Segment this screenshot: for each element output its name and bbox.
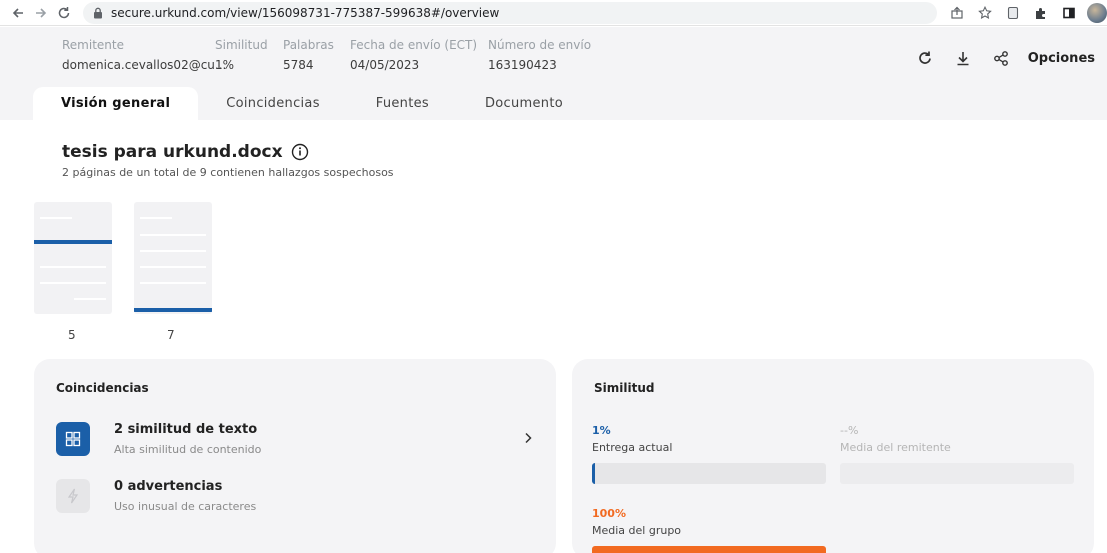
profile-avatar[interactable] bbox=[1087, 2, 1107, 23]
address-url: secure.urkund.com/view/156098731-775387-… bbox=[111, 5, 500, 20]
matches-panel: Coincidencias 2 similitud de texto Alta … bbox=[34, 359, 556, 553]
row-subtitle: Alta similitud de contenido bbox=[114, 443, 262, 456]
warnings-row[interactable]: 0 advertencias Uso inusual de caracteres bbox=[56, 479, 256, 513]
current-similarity-label: Entrega actual bbox=[592, 441, 673, 454]
reader-icon[interactable] bbox=[1003, 3, 1023, 23]
sender-average-bar bbox=[840, 463, 1074, 484]
side-panel-icon[interactable] bbox=[1059, 3, 1079, 23]
chevron-right-icon[interactable] bbox=[522, 431, 534, 445]
header-actions: Opciones bbox=[914, 47, 1095, 69]
group-average-label: Media del grupo bbox=[592, 524, 682, 537]
document-subtitle: 2 páginas de un total de 9 contienen hal… bbox=[62, 166, 394, 179]
page-number: 7 bbox=[167, 328, 175, 342]
similarity-meta: Similitud 1% bbox=[215, 37, 268, 73]
row-title: 0 advertencias bbox=[114, 479, 223, 494]
current-similarity-value: 1% bbox=[592, 424, 611, 437]
matches-panel-title: Coincidencias bbox=[56, 381, 149, 395]
sender-value: domenica.cevallos02@cu... bbox=[62, 58, 227, 72]
page-number: 5 bbox=[68, 328, 76, 342]
row-subtitle: Uso inusual de caracteres bbox=[114, 500, 257, 513]
current-similarity-fill bbox=[592, 463, 595, 484]
share-icon[interactable] bbox=[947, 3, 967, 23]
sender-average-label: Media del remitente bbox=[840, 441, 951, 454]
bookmark-star-icon[interactable] bbox=[975, 3, 995, 23]
submission-label: Número de envío bbox=[488, 38, 592, 52]
download-icon[interactable] bbox=[952, 47, 974, 69]
similarity-label: Similitud bbox=[215, 38, 268, 52]
row-title: 2 similitud de texto bbox=[114, 422, 258, 437]
forward-icon[interactable] bbox=[29, 2, 52, 24]
current-similarity-bar bbox=[592, 463, 826, 484]
browser-toolbar: secure.urkund.com/view/156098731-775387-… bbox=[0, 0, 1107, 26]
address-bar[interactable]: secure.urkund.com/view/156098731-775387-… bbox=[83, 1, 937, 24]
date-meta: Fecha de envío (ECT) 04/05/2023 bbox=[350, 37, 477, 73]
page-thumbnail[interactable] bbox=[34, 202, 112, 314]
sender-label: Remitente bbox=[62, 38, 124, 52]
extensions-icon[interactable] bbox=[1031, 3, 1051, 23]
sender-meta: Remitente domenica.cevallos02@cu... bbox=[62, 37, 226, 73]
back-icon[interactable] bbox=[6, 2, 29, 24]
submission-header: Remitente domenica.cevallos02@cu... Simi… bbox=[0, 27, 1107, 120]
page-thumbnail[interactable] bbox=[134, 202, 212, 314]
group-average-value: 100% bbox=[592, 507, 626, 520]
grid-icon bbox=[56, 422, 90, 456]
similarity-panel: Similitud 1% Entrega actual --% Media de… bbox=[572, 359, 1094, 553]
similarity-panel-title: Similitud bbox=[594, 381, 655, 395]
lightning-icon bbox=[56, 479, 90, 513]
text-similarity-row[interactable]: 2 similitud de texto Alta similitud de c… bbox=[56, 422, 261, 456]
tab-sources[interactable]: Fuentes bbox=[348, 87, 457, 120]
document-title-text: tesis para urkund.docx bbox=[62, 142, 283, 162]
tab-document[interactable]: Documento bbox=[457, 87, 591, 120]
date-value: 04/05/2023 bbox=[350, 58, 420, 72]
info-icon[interactable] bbox=[291, 143, 309, 161]
tab-matches[interactable]: Coincidencias bbox=[198, 87, 348, 120]
group-average-fill bbox=[592, 546, 826, 553]
tab-overview[interactable]: Visión general bbox=[33, 87, 199, 120]
submission-meta: Número de envío 163190423 bbox=[488, 37, 591, 73]
group-average-bar bbox=[592, 546, 826, 553]
document-title: tesis para urkund.docx bbox=[62, 142, 309, 162]
tab-bar: Visión general Coincidencias Fuentes Doc… bbox=[33, 87, 591, 120]
words-label: Palabras bbox=[283, 38, 334, 52]
refresh-icon[interactable] bbox=[914, 47, 936, 69]
words-meta: Palabras 5784 bbox=[283, 37, 334, 73]
submission-value: 163190423 bbox=[488, 58, 557, 72]
sender-average-value: --% bbox=[840, 424, 859, 437]
date-label: Fecha de envío (ECT) bbox=[350, 38, 478, 52]
reload-icon[interactable] bbox=[52, 2, 75, 24]
similarity-value: 1% bbox=[215, 58, 235, 72]
share-nodes-icon[interactable] bbox=[990, 47, 1012, 69]
words-value: 5784 bbox=[283, 58, 314, 72]
options-button[interactable]: Opciones bbox=[1028, 51, 1095, 66]
lock-icon bbox=[93, 7, 105, 19]
